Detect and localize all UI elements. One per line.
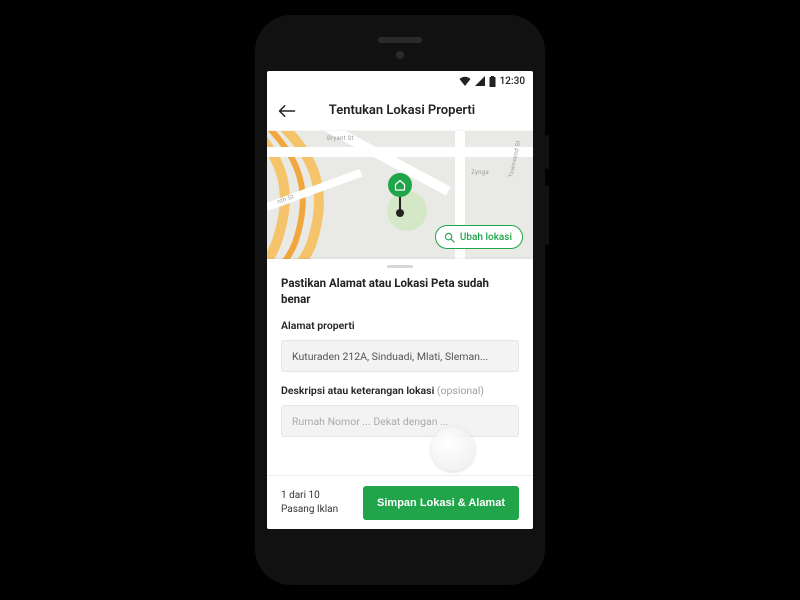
progress-indicator: 1 dari 10 Pasang Iklan: [281, 489, 338, 516]
screen: 12:30 Tentukan Lokasi Properti Bryant St: [267, 71, 533, 529]
map-pin[interactable]: [388, 173, 412, 217]
volume-button: [545, 185, 549, 245]
change-location-button[interactable]: Ubah lokasi: [435, 225, 523, 249]
header: Tentukan Lokasi Properti: [267, 91, 533, 131]
battery-icon: [489, 76, 496, 87]
pin-base: [396, 209, 404, 217]
touch-indicator: [431, 427, 475, 471]
page-title: Tentukan Lokasi Properti: [281, 103, 523, 118]
sheet-heading: Pastikan Alamat atau Lokasi Peta sudah b…: [281, 276, 519, 307]
description-input[interactable]: Rumah Nomor ... Dekat dengan ...: [281, 405, 519, 437]
status-bar: 12:30: [267, 71, 533, 91]
power-button: [545, 135, 549, 169]
address-label: Alamat properti: [281, 319, 519, 332]
address-input[interactable]: Kuturaden 212A, Sinduadi, Mlati, Sleman.…: [281, 340, 519, 372]
change-location-label: Ubah lokasi: [460, 232, 512, 243]
footer: 1 dari 10 Pasang Iklan Simpan Lokasi & A…: [267, 475, 533, 529]
save-button[interactable]: Simpan Lokasi & Alamat: [363, 486, 519, 520]
home-icon: [394, 179, 406, 191]
drag-handle[interactable]: [387, 265, 413, 268]
search-icon: [444, 232, 455, 243]
map-label: Zynga: [471, 169, 489, 176]
wifi-icon: [459, 76, 471, 86]
map-view[interactable]: Bryant St Townsend St nth St Zynga Ubah …: [267, 131, 533, 259]
road-graphic: [267, 147, 533, 157]
status-time: 12:30: [500, 76, 525, 87]
pin-head: [388, 173, 412, 197]
cellular-icon: [475, 76, 485, 86]
address-value: Kuturaden 212A, Sinduadi, Mlati, Sleman.…: [292, 350, 488, 363]
map-label: Townsend St: [508, 140, 523, 178]
phone-frame: 12:30 Tentukan Lokasi Properti Bryant St: [255, 15, 545, 585]
map-label: Bryant St: [327, 135, 354, 142]
bottom-sheet: Pastikan Alamat atau Lokasi Peta sudah b…: [267, 259, 533, 529]
description-label: Deskripsi atau keterangan lokasi (opsion…: [281, 384, 519, 397]
description-placeholder: Rumah Nomor ... Dekat dengan ...: [292, 415, 448, 428]
